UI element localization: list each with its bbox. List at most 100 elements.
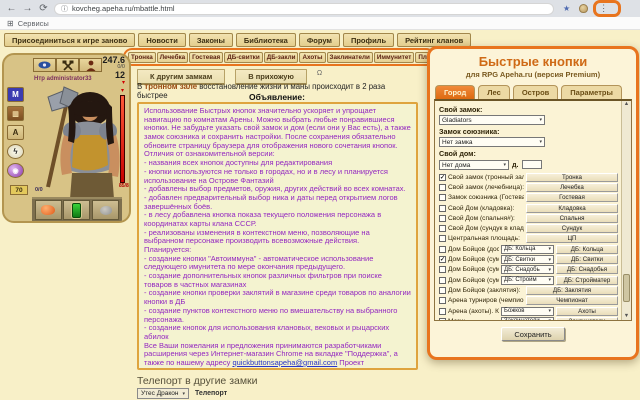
popup-scrollbar[interactable]: ▲ ▼ (621, 101, 631, 320)
player-name[interactable]: Нтр administrator33 (34, 76, 92, 82)
quick-tab-button[interactable]: Заклинатели (327, 52, 373, 63)
site-nav-button[interactable]: Рейтинг кланов (397, 33, 471, 47)
row-checkbox[interactable] (439, 215, 446, 222)
chevron-down-icon: ▾ (548, 267, 551, 273)
row-action-button[interactable]: Сундук (526, 224, 618, 233)
site-nav-button[interactable]: Форум (299, 33, 340, 47)
row-action-button[interactable]: ДБ: Снадобья (556, 265, 618, 274)
site-nav-button[interactable]: Библиотека (236, 33, 296, 47)
row-checkbox[interactable] (439, 184, 446, 191)
quick-button-row: Замок союзника (Гостевая):Гостевая (439, 193, 618, 203)
row-action-button[interactable]: ДБ: Заклятия (526, 286, 618, 295)
popup-tab-Город[interactable]: Город (435, 85, 475, 99)
popup-tab-Параметры[interactable]: Параметры (561, 85, 622, 99)
row-select[interactable]: ДБ: Свитки▾ (501, 255, 554, 264)
row-action-button[interactable]: Гостевая (526, 193, 618, 202)
site-nav-button[interactable]: Профиль (343, 33, 394, 47)
scroll-down-icon[interactable]: ▼ (624, 313, 629, 320)
quick-button-row: Свой замок (лечебница):Лечебка (439, 182, 618, 192)
site-nav-button[interactable]: Новости (138, 33, 185, 47)
inventory-chest-icon[interactable]: ▥ (7, 106, 24, 121)
house-number-input[interactable] (522, 160, 542, 169)
row-label: Дом Бойцов (доспехи): (448, 246, 499, 253)
site-info-icon[interactable]: ⓘ (61, 4, 68, 14)
save-button[interactable]: Сохранить (501, 327, 565, 341)
back-icon[interactable]: ← (6, 4, 17, 14)
row-label: Свой замок (тронный зал): (448, 174, 524, 181)
magic-orb-icon[interactable]: ◉ (7, 163, 24, 178)
quick-tab-button[interactable]: Лечебка (157, 52, 188, 63)
quick-tab-button[interactable]: ДБ-свитки (224, 52, 262, 63)
row-action-button[interactable]: ЦП (526, 234, 618, 243)
row-checkbox[interactable] (439, 194, 446, 201)
ally-castle-select[interactable]: Нет замка▾ (439, 137, 545, 147)
row-checkbox[interactable]: ✓ (439, 174, 446, 181)
mail-icon[interactable]: М (7, 87, 24, 102)
row-action-button[interactable]: ДБ: Стройматер (556, 276, 618, 285)
row-action-button[interactable]: Кладовка (526, 204, 618, 213)
popup-tab-Лес[interactable]: Лес (478, 85, 510, 99)
row-checkbox[interactable] (439, 297, 446, 304)
quick-tab-button[interactable]: Иммунитет (374, 52, 415, 63)
row-select[interactable]: Заклинатели▾ (501, 317, 554, 321)
item-slot[interactable] (63, 200, 90, 220)
abilities-icon[interactable]: A (7, 125, 24, 140)
row-action-button[interactable]: ДБ: Кольца (556, 245, 618, 254)
row-checkbox[interactable] (439, 266, 446, 273)
row-checkbox[interactable] (439, 287, 446, 294)
view-button[interactable] (33, 58, 56, 72)
bookmark-star-icon[interactable]: ★ (563, 4, 570, 13)
own-castle-select[interactable]: Gladiators▾ (439, 115, 545, 125)
quick-tab-button[interactable]: Тронка (128, 52, 156, 63)
row-action-button[interactable]: Лечебка (526, 183, 618, 192)
address-bar[interactable]: ⓘ kovcheg.apeha.ru/mbattle.html (54, 3, 554, 15)
own-house-row: Нет дома▾ д. (439, 159, 618, 170)
popup-tab-Остров[interactable]: Остров (513, 85, 558, 99)
forward-icon[interactable]: → (22, 4, 33, 14)
row-checkbox[interactable]: ✓ (439, 256, 446, 263)
quick-tab-button[interactable]: ДБ-закли (264, 52, 299, 63)
row-checkbox[interactable] (439, 235, 446, 242)
row-action-button[interactable]: ДБ: Свитки (556, 255, 618, 264)
popup-title: Быстрые кнопки (430, 54, 636, 69)
row-action-button[interactable]: Чемпионат (526, 296, 618, 305)
row-select[interactable]: ДБ: Стройм▾ (501, 276, 554, 285)
row-action-button[interactable]: Тронка (526, 173, 618, 182)
item-slot[interactable] (92, 200, 119, 220)
row-checkbox[interactable] (439, 318, 446, 321)
row-action-button[interactable]: Ахоты (556, 307, 618, 316)
row-select[interactable]: ДБ: Кольца▾ (501, 245, 554, 254)
site-nav-button[interactable]: Законы (189, 33, 233, 47)
chrome-menu-icon[interactable]: ⋮ (599, 3, 608, 14)
row-select[interactable]: ДБ: Снадобь▾ (501, 265, 554, 274)
site-nav-button[interactable]: Присоединиться к игре заново (4, 33, 135, 47)
item-slot[interactable] (35, 200, 62, 220)
quick-tab-button[interactable]: Ахоты (299, 52, 325, 63)
room-info-bold: тронном зале (144, 82, 197, 91)
apps-grid-icon[interactable]: ⊞ (7, 19, 14, 28)
row-action-button[interactable]: Спальня (526, 214, 618, 223)
scroll-thumb[interactable] (623, 274, 630, 302)
extension-icon[interactable] (575, 3, 591, 15)
quick-tab-button[interactable]: Гостевая (189, 52, 223, 63)
teleport-castle-select[interactable]: Утес Дракон ▾ (137, 388, 189, 399)
scroll-up-icon[interactable]: ▲ (624, 101, 629, 108)
character-button[interactable] (79, 58, 102, 72)
row-checkbox[interactable] (439, 277, 446, 284)
row-checkbox[interactable] (439, 246, 446, 253)
bookmark-services[interactable]: Сервисы (18, 19, 49, 28)
support-email-link[interactable]: quickbuttonsapeha@gmail.com (232, 358, 337, 367)
own-house-select[interactable]: Нет дома▾ (439, 160, 509, 170)
quick-button-row: Дом Бойцов (доспехи):ДБ: Кольца▾ДБ: Коль… (439, 244, 618, 254)
row-action-button[interactable]: Заклинатели (556, 317, 618, 321)
chevron-down-icon: ▾ (548, 257, 551, 263)
row-checkbox[interactable] (439, 308, 446, 315)
row-checkbox[interactable] (439, 205, 446, 212)
tools-button[interactable] (56, 58, 79, 72)
reload-icon[interactable]: ⟳ (38, 4, 49, 14)
lightning-icon[interactable]: ϟ (7, 144, 24, 159)
row-select[interactable]: Божков▾ (501, 307, 554, 316)
teleport-button[interactable]: Телепорт (195, 390, 227, 397)
announcement-line: - создание кнопки проверки заклятий в ма… (144, 289, 411, 306)
row-checkbox[interactable] (439, 225, 446, 232)
